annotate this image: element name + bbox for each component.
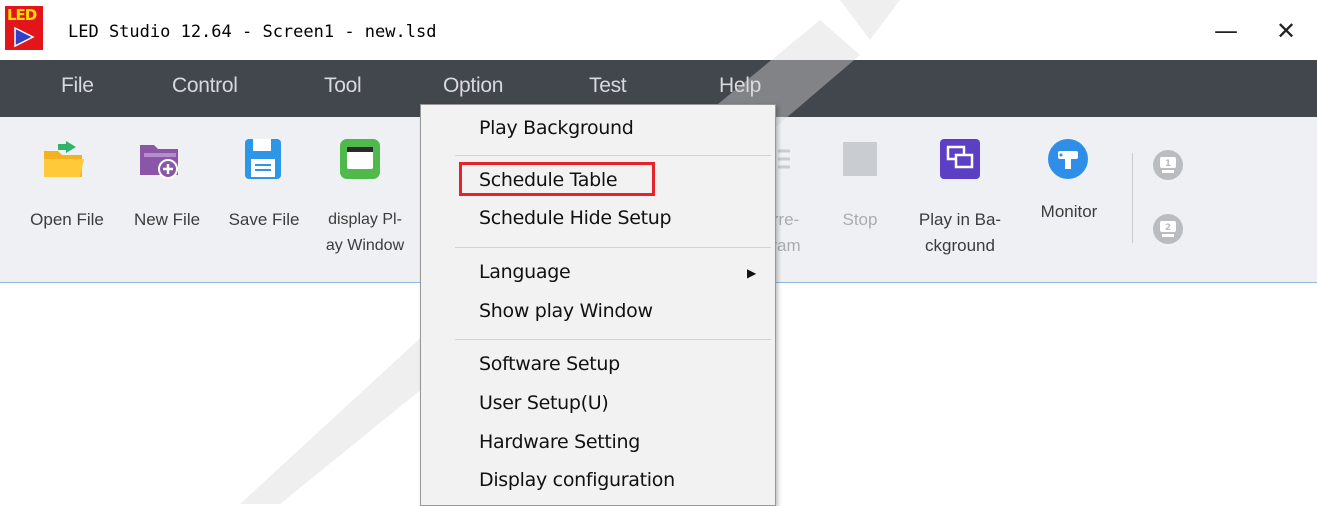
menu-control[interactable]: Control (172, 74, 238, 98)
title-bar: LED LED Studio 12.64 - Screen1 - new.lsd… (0, 0, 1317, 60)
minimize-button[interactable]: — (1206, 14, 1246, 48)
new-file-button[interactable]: New File (124, 117, 210, 282)
menu-separator (455, 247, 771, 248)
highlight-box (459, 162, 655, 196)
menu-file[interactable]: File (61, 74, 94, 98)
screen-1-button[interactable]: 1 (1148, 117, 1188, 180)
menu-item-software-setup[interactable]: Software Setup (479, 353, 620, 375)
save-file-label: Save File (228, 210, 300, 229)
open-file-button[interactable]: Open File (18, 117, 116, 282)
submenu-arrow-icon: ▶ (747, 266, 757, 280)
screen-2-icon: 2 (1153, 214, 1183, 244)
menu-item-show-play-window[interactable]: Show play Window (479, 300, 653, 322)
toolbar-separator (1132, 153, 1133, 243)
menu-test[interactable]: Test (589, 74, 627, 98)
display-play-window-label: display Pl- ay Window (325, 211, 405, 254)
stop-label: Stop (842, 210, 878, 229)
svg-text:1: 1 (1165, 159, 1171, 169)
close-button[interactable]: ✕ (1266, 14, 1306, 48)
play-in-background-label: Play in Ba- ckground (918, 210, 1002, 255)
menu-option[interactable]: Option (443, 74, 503, 98)
monitor-label: Monitor (1040, 202, 1098, 221)
save-icon (245, 139, 281, 179)
svg-text:2: 2 (1165, 223, 1171, 233)
menu-item-language[interactable]: Language (479, 261, 571, 283)
window-title: LED Studio 12.64 - Screen1 - new.lsd (68, 22, 437, 42)
list-icon (778, 149, 790, 169)
play-window-icon (340, 139, 380, 179)
stop-icon (843, 142, 877, 176)
open-folder-icon (44, 141, 84, 177)
menu-item-user-setup[interactable]: User Setup(U) (479, 392, 609, 414)
play-background-icon (940, 139, 980, 179)
open-file-label: Open File (30, 210, 104, 229)
menu-help[interactable]: Help (719, 74, 761, 98)
menu-separator (455, 339, 771, 340)
display-play-window-button[interactable]: display Pl- ay Window (312, 117, 418, 282)
save-file-button[interactable]: Save File (219, 117, 309, 282)
stop-button[interactable]: Stop (822, 117, 898, 282)
new-file-icon (140, 145, 178, 179)
menu-item-schedule-hide-setup[interactable]: Schedule Hide Setup (479, 207, 672, 229)
monitor-icon (1048, 139, 1088, 179)
menu-item-hardware-setting[interactable]: Hardware Setting (479, 431, 640, 453)
menu-item-play-background[interactable]: Play Background (479, 117, 634, 139)
new-file-label: New File (133, 210, 201, 229)
play-triangle-icon (14, 26, 35, 48)
play-in-background-button[interactable]: Play in Ba- ckground (906, 117, 1014, 282)
app-logo-icon: LED (5, 6, 43, 50)
menu-tool[interactable]: Tool (324, 74, 362, 98)
menu-item-display-configuration[interactable]: Display configuration (479, 469, 675, 491)
monitor-button[interactable]: Monitor (1024, 117, 1114, 282)
screen-2-button[interactable]: 2 (1148, 177, 1188, 244)
menu-separator (455, 155, 771, 156)
